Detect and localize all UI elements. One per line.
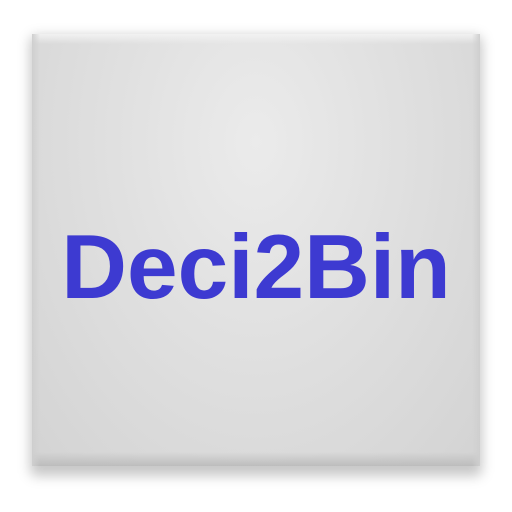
bevel-bottom <box>32 452 480 466</box>
app-icon[interactable]: Deci2Bin <box>32 34 480 466</box>
bevel-top <box>32 34 480 44</box>
app-name: Deci2Bin <box>61 217 451 318</box>
icon-face: Deci2Bin <box>32 34 480 466</box>
stage: Deci2Bin <box>0 0 512 512</box>
